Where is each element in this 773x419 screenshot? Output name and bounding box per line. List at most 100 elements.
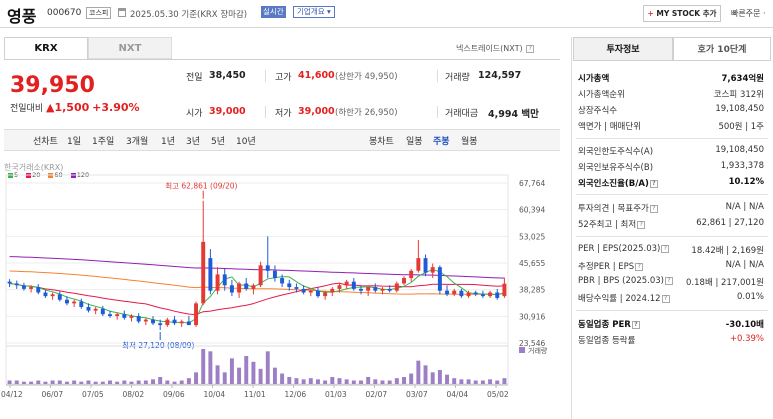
high-annotation: 최고 62,861 (09/20) (165, 181, 237, 191)
volume-bar (194, 372, 199, 384)
candle-body (473, 292, 478, 295)
help-icon[interactable]: ? (635, 262, 644, 271)
candle-body (344, 281, 349, 286)
help-icon[interactable]: ? (631, 320, 640, 329)
volume-bar (201, 349, 206, 384)
help-icon[interactable]: ? (649, 179, 658, 188)
volume-bar (21, 381, 26, 384)
volume-bar (488, 379, 493, 384)
volume-bar (315, 379, 320, 384)
help-icon[interactable]: ? (526, 44, 535, 53)
help-icon[interactable]: ? (661, 244, 670, 253)
candle-body (108, 314, 112, 317)
open-label: 시가 (186, 109, 203, 119)
quick-order-button[interactable]: 빠른주문 · (731, 8, 766, 19)
candle-body (373, 287, 378, 291)
help-icon[interactable]: ? (637, 220, 646, 229)
candle-body (330, 288, 335, 293)
candle-body (122, 314, 127, 318)
nextrade-text: 넥스트레이드(NXT) (456, 44, 523, 53)
change-value: ▲1,500 (46, 101, 90, 114)
volume-bar (186, 378, 191, 384)
opinion-text: 투자의견 | 목표주가 (578, 204, 649, 214)
est-per-label: 추정PER | EPS? (578, 260, 644, 272)
candle-body (72, 301, 77, 304)
volume-bar (14, 380, 19, 384)
tab-order-book[interactable]: 호가 10단계 (673, 37, 771, 61)
industry-rate-value: +0.39% (729, 334, 764, 344)
volume-bar (359, 380, 363, 384)
candle-chart[interactable]: 봉차트 (369, 134, 394, 147)
candle-body (495, 292, 500, 298)
divider (576, 236, 768, 237)
foreign-ratio-label: 외국인소진율(B/A)? (578, 177, 658, 189)
rank-row: 시가총액순위 코스피 312위 (578, 88, 764, 100)
period-3y[interactable]: 3년 (186, 134, 200, 147)
foreign-hold-value: 1,933,378 (720, 161, 764, 171)
volume-bar (172, 381, 177, 384)
candle-body (430, 267, 435, 273)
divider (576, 310, 768, 311)
tab-krx[interactable]: KRX (4, 37, 88, 59)
divider (576, 194, 768, 195)
volume-bar (344, 379, 349, 384)
candle-body (64, 299, 69, 304)
upper-limit: (상한가 49,950) (335, 72, 398, 82)
company-overview-button[interactable]: 기업개요 ▾ (293, 6, 335, 18)
period-monthly[interactable]: 월봉 (461, 134, 478, 147)
candle-body (86, 306, 91, 311)
volume-bar (445, 374, 450, 384)
volume-bar (151, 379, 155, 384)
market-cap-label: 시가총액 (578, 74, 610, 84)
volume-bar (122, 380, 127, 384)
rank-value: 코스피 312위 (713, 90, 764, 100)
period-1w[interactable]: 1주일 (92, 134, 114, 147)
period-weekly[interactable]: 주봉 (433, 134, 450, 147)
x-tick-label: 02/07 (366, 390, 388, 399)
foreign-ratio-row: 외국인소진율(B/A)? 10.12% (578, 177, 764, 189)
realtime-button[interactable]: 실시간 (261, 6, 286, 18)
volume-bar (466, 379, 471, 384)
ma20-line (9, 282, 505, 316)
volume-bar (430, 372, 435, 384)
candle-body (194, 303, 199, 326)
period-5y[interactable]: 5년 (211, 134, 225, 147)
candle-body (208, 258, 213, 291)
industry-per-text: 동일업종 PER (578, 320, 631, 330)
period-line-chart[interactable]: 선차트 (33, 134, 58, 147)
candle-body (416, 258, 421, 271)
help-icon[interactable]: ? (649, 204, 658, 213)
candle-body (459, 290, 464, 297)
date-text: 2025.05.30 기준(KRX 장마감) (130, 10, 248, 20)
period-1d[interactable]: 1일 (67, 134, 81, 147)
foreign-limit-label: 외국인한도주식수(A) (578, 147, 654, 157)
period-1y[interactable]: 1년 (161, 134, 175, 147)
chart-frame (5, 174, 509, 385)
candle-body (143, 319, 148, 322)
candle-body (308, 290, 313, 293)
candle-body (301, 288, 306, 293)
period-daily[interactable]: 일봉 (406, 134, 423, 147)
volume-bar (402, 377, 406, 384)
candle-body (136, 316, 141, 322)
foreign-ratio-value: 10.12% (728, 177, 764, 187)
tab-investment-info[interactable]: 투자정보 (573, 37, 673, 61)
volume-bar (301, 379, 306, 384)
candle-body (229, 285, 234, 293)
pbr-row: PBR | BPS (2025.03)? 0.18배 | 217,001원 (578, 276, 764, 288)
open-value: 39,000 (209, 106, 246, 117)
tab-nxt[interactable]: NXT (88, 37, 172, 59)
volume-bar (459, 379, 464, 384)
volume-bar (93, 381, 98, 384)
period-3m[interactable]: 3개월 (126, 134, 148, 147)
dividend-value: 0.01% (736, 292, 764, 302)
high-value: 41,600 (298, 70, 335, 81)
help-icon[interactable]: ? (664, 276, 673, 285)
candle-body (445, 290, 450, 295)
help-icon[interactable]: ? (661, 294, 670, 303)
candle-body (452, 290, 457, 295)
shares-value: 19,108,450 (715, 104, 764, 114)
est-per-row: 추정PER | EPS? N/A | N/A (578, 260, 764, 272)
period-10y[interactable]: 10년 (236, 134, 256, 147)
add-my-stock-button[interactable]: + MY STOCK 추가 (643, 5, 721, 22)
